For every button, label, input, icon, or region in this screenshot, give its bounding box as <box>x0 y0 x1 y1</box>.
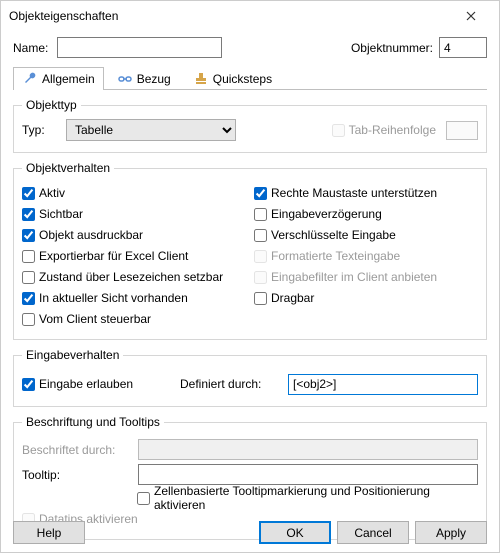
eingabeverhalten-legend: Eingabeverhalten <box>22 348 123 362</box>
vomclient-label: Vom Client steuerbar <box>39 312 151 326</box>
tooltip-input[interactable] <box>138 464 478 485</box>
objnum-input[interactable] <box>439 37 487 58</box>
eingabeverz-label: Eingabeverzögerung <box>271 207 382 221</box>
tab-bezug-label: Bezug <box>137 72 171 86</box>
tab-quicksteps-label: Quicksteps <box>213 72 272 86</box>
beschriftet-input <box>138 439 478 460</box>
objnum-label: Objektnummer: <box>351 41 433 55</box>
dragbar-checkbox[interactable] <box>254 292 267 305</box>
typ-select[interactable]: Tabelle <box>66 119 236 141</box>
tab-quicksteps[interactable]: Quicksteps <box>184 67 281 90</box>
stamp-icon <box>193 71 209 87</box>
tab-allgemein-label: Allgemein <box>42 72 95 86</box>
zellen-checkbox[interactable] <box>137 492 150 505</box>
beschriftet-label: Beschriftet durch: <box>22 443 132 457</box>
eingabefilter-checkbox <box>254 271 267 284</box>
eingabe-erlauben-label: Eingabe erlauben <box>39 377 133 391</box>
ausdruckbar-checkbox[interactable] <box>22 229 35 242</box>
tooltip-label: Tooltip: <box>22 468 132 482</box>
objekttyp-legend: Objekttyp <box>22 98 81 112</box>
tab-reihenfolge-check: Tab-Reihenfolge <box>332 121 478 139</box>
verschl-label: Verschlüsselte Eingabe <box>271 228 396 242</box>
close-icon <box>466 11 476 21</box>
eingabeverhalten-group: Eingabeverhalten Eingabe erlauben Defini… <box>13 348 487 407</box>
objektverhalten-legend: Objektverhalten <box>22 161 114 175</box>
objekttyp-group: Objekttyp Typ: Tabelle Tab-Reihenfolge <box>13 98 487 153</box>
rechtemaus-label: Rechte Maustaste unterstützen <box>271 186 437 200</box>
name-input[interactable] <box>57 37 222 58</box>
button-bar: Help OK Cancel Apply <box>13 521 487 544</box>
help-button[interactable]: Help <box>13 521 85 544</box>
objektverhalten-group: Objektverhalten Aktiv Sichtbar Objekt au… <box>13 161 487 340</box>
typ-label: Typ: <box>22 123 60 137</box>
tab-reihenfolge-checkbox <box>332 124 345 137</box>
apply-button[interactable]: Apply <box>415 521 487 544</box>
beschriftung-legend: Beschriftung und Tooltips <box>22 415 164 429</box>
name-row: Name: Objektnummer: <box>13 37 487 58</box>
wrench-icon <box>22 71 38 87</box>
sichtbar-checkbox[interactable] <box>22 208 35 221</box>
vomclient-checkbox[interactable] <box>22 313 35 326</box>
tab-bezug[interactable]: Bezug <box>108 67 180 90</box>
formatierte-label: Formatierte Texteingabe <box>271 249 400 263</box>
eingabe-erlauben-checkbox[interactable] <box>22 378 35 391</box>
tab-allgemein[interactable]: Allgemein <box>13 67 104 90</box>
aktiv-label: Aktiv <box>39 186 65 200</box>
exportierbar-checkbox[interactable] <box>22 250 35 263</box>
window-title: Objekteigenschaften <box>9 9 451 23</box>
inaktueller-checkbox[interactable] <box>22 292 35 305</box>
formatierte-checkbox <box>254 250 267 263</box>
close-button[interactable] <box>451 2 491 30</box>
dragbar-label: Dragbar <box>271 291 314 305</box>
tab-reihenfolge-input <box>446 121 478 140</box>
ok-button[interactable]: OK <box>259 521 331 544</box>
link-icon <box>117 71 133 87</box>
tab-reihenfolge-label: Tab-Reihenfolge <box>349 123 436 137</box>
eingabefilter-label: Eingabefilter im Client anbieten <box>271 270 437 284</box>
inaktueller-label: In aktueller Sicht vorhanden <box>39 291 188 305</box>
zustand-label: Zustand über Lesezeichen setzbar <box>39 270 223 284</box>
zustand-checkbox[interactable] <box>22 271 35 284</box>
name-label: Name: <box>13 41 51 55</box>
cancel-button[interactable]: Cancel <box>337 521 409 544</box>
aktiv-checkbox[interactable] <box>22 187 35 200</box>
definiert-input[interactable] <box>288 374 478 395</box>
sichtbar-label: Sichtbar <box>39 207 83 221</box>
verschl-checkbox[interactable] <box>254 229 267 242</box>
dialog-body: Name: Objektnummer: Allgemein Bezug Quic… <box>1 31 499 540</box>
dialog-window: Objekteigenschaften Name: Objektnummer: … <box>0 0 500 553</box>
rechtemaus-checkbox[interactable] <box>254 187 267 200</box>
exportierbar-label: Exportierbar für Excel Client <box>39 249 188 263</box>
titlebar: Objekteigenschaften <box>1 1 499 31</box>
zellen-label: Zellenbasierte Tooltipmarkierung und Pos… <box>154 484 478 512</box>
eingabeverz-checkbox[interactable] <box>254 208 267 221</box>
definiert-label: Definiert durch: <box>180 377 280 391</box>
ausdruckbar-label: Objekt ausdruckbar <box>39 228 143 242</box>
tab-strip: Allgemein Bezug Quicksteps <box>13 66 487 90</box>
